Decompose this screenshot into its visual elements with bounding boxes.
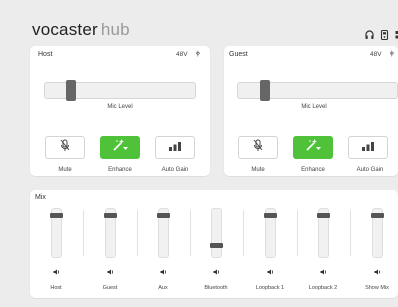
channel-divider (350, 210, 351, 256)
guest-auto-gain-label: Auto Gain (356, 167, 384, 173)
channel-divider (137, 210, 138, 256)
channel-fader-4[interactable] (264, 208, 277, 258)
headphones-icon[interactable] (365, 27, 374, 39)
channel-fader-thumb[interactable] (210, 243, 223, 248)
guest-mic-level-label: Mic Level (301, 104, 327, 110)
host-title: Host (38, 51, 53, 58)
host-mic-level-label: Mic Level (107, 104, 133, 110)
channel-fader-1[interactable] (104, 208, 117, 258)
host-phase-toggle[interactable]: ⲫ (196, 50, 200, 58)
mix-card: Mix Host Guest Aux Bluetooth Loopback 1 Loopb… (30, 190, 398, 298)
speaker-icon[interactable] (160, 269, 167, 277)
channel-divider (83, 210, 84, 256)
channel-label: Bluetooth (204, 285, 228, 291)
magic-wand-icon (111, 138, 129, 157)
speaker-icon[interactable] (213, 269, 220, 277)
channel-fader-thumb[interactable] (317, 213, 330, 218)
guest-enhance-label: Enhance (301, 167, 325, 173)
speaker-icon[interactable] (107, 269, 114, 277)
host-48v-toggle[interactable]: 48V (176, 51, 188, 58)
channel-divider (297, 210, 298, 256)
channel-fader-6[interactable] (371, 208, 384, 258)
channel-fader-thumb[interactable] (50, 213, 63, 218)
channel-fader-3[interactable] (210, 208, 223, 258)
guest-phase-toggle[interactable]: ⲫ (390, 50, 394, 58)
guest-mic-level-thumb[interactable] (260, 80, 270, 101)
speaker-icon[interactable] (374, 269, 381, 277)
channel-fader-5[interactable] (317, 208, 330, 258)
mic-off-icon (253, 139, 263, 157)
guest-mute-button[interactable] (238, 136, 278, 159)
top-bar: vocaster hub (0, 0, 398, 44)
host-mic-level-slider[interactable] (44, 80, 196, 101)
brand-main: vocaster (32, 20, 98, 39)
channel-fader-thumb[interactable] (264, 213, 277, 218)
guest-auto-gain-button[interactable] (348, 136, 388, 159)
host-auto-gain-label: Auto Gain (161, 167, 189, 173)
host-mute-button[interactable] (45, 136, 85, 159)
host-mic-level-thumb[interactable] (66, 80, 76, 101)
host-auto-gain-button[interactable] (155, 136, 195, 159)
channel-fader-thumb[interactable] (104, 213, 117, 218)
guest-48v-toggle[interactable]: 48V (370, 51, 382, 58)
channel-label: Guest (102, 285, 118, 291)
channel-label: Loopback 2 (308, 285, 338, 291)
guest-title: Guest (229, 51, 248, 58)
guest-mute-label: Mute (251, 167, 265, 173)
magic-wand-icon (304, 138, 322, 157)
speaker-icon[interactable] (267, 269, 274, 277)
guest-enhance-button[interactable] (293, 136, 333, 159)
speaker-icon[interactable] (53, 269, 60, 277)
host-mute-label: Mute (58, 167, 72, 173)
channel-fader-2[interactable] (157, 208, 170, 258)
channel-label: Aux (158, 285, 168, 291)
channel-label: Show Mix (365, 285, 389, 291)
bars-icon (168, 139, 182, 157)
channel-fader-thumb[interactable] (157, 213, 170, 218)
channel-divider (243, 210, 244, 256)
channel-label: Host (50, 285, 62, 291)
host-enhance-button[interactable] (100, 136, 140, 159)
channel-fader-0[interactable] (50, 208, 63, 258)
host-enhance-label: Enhance (108, 167, 132, 173)
guest-mic-level-slider[interactable] (237, 80, 398, 101)
channel-divider (190, 210, 191, 256)
guest-input-card: Guest 48V ⲫ Mic Level Mute Enhance Auto … (224, 46, 398, 176)
brand-sub: hub (100, 20, 130, 39)
mix-title: Mix (35, 194, 46, 201)
channel-fader-thumb[interactable] (371, 213, 384, 218)
device-icon[interactable] (380, 27, 389, 41)
channel-label: Loopback 1 (255, 285, 285, 291)
app-logo: vocaster hub (32, 20, 130, 40)
mic-off-icon (60, 139, 70, 157)
bars-icon (361, 139, 375, 157)
host-input-card: Host 48V ⲫ Mic Level Mute Enhance Auto G… (30, 46, 210, 176)
speaker-icon[interactable] (320, 269, 327, 277)
